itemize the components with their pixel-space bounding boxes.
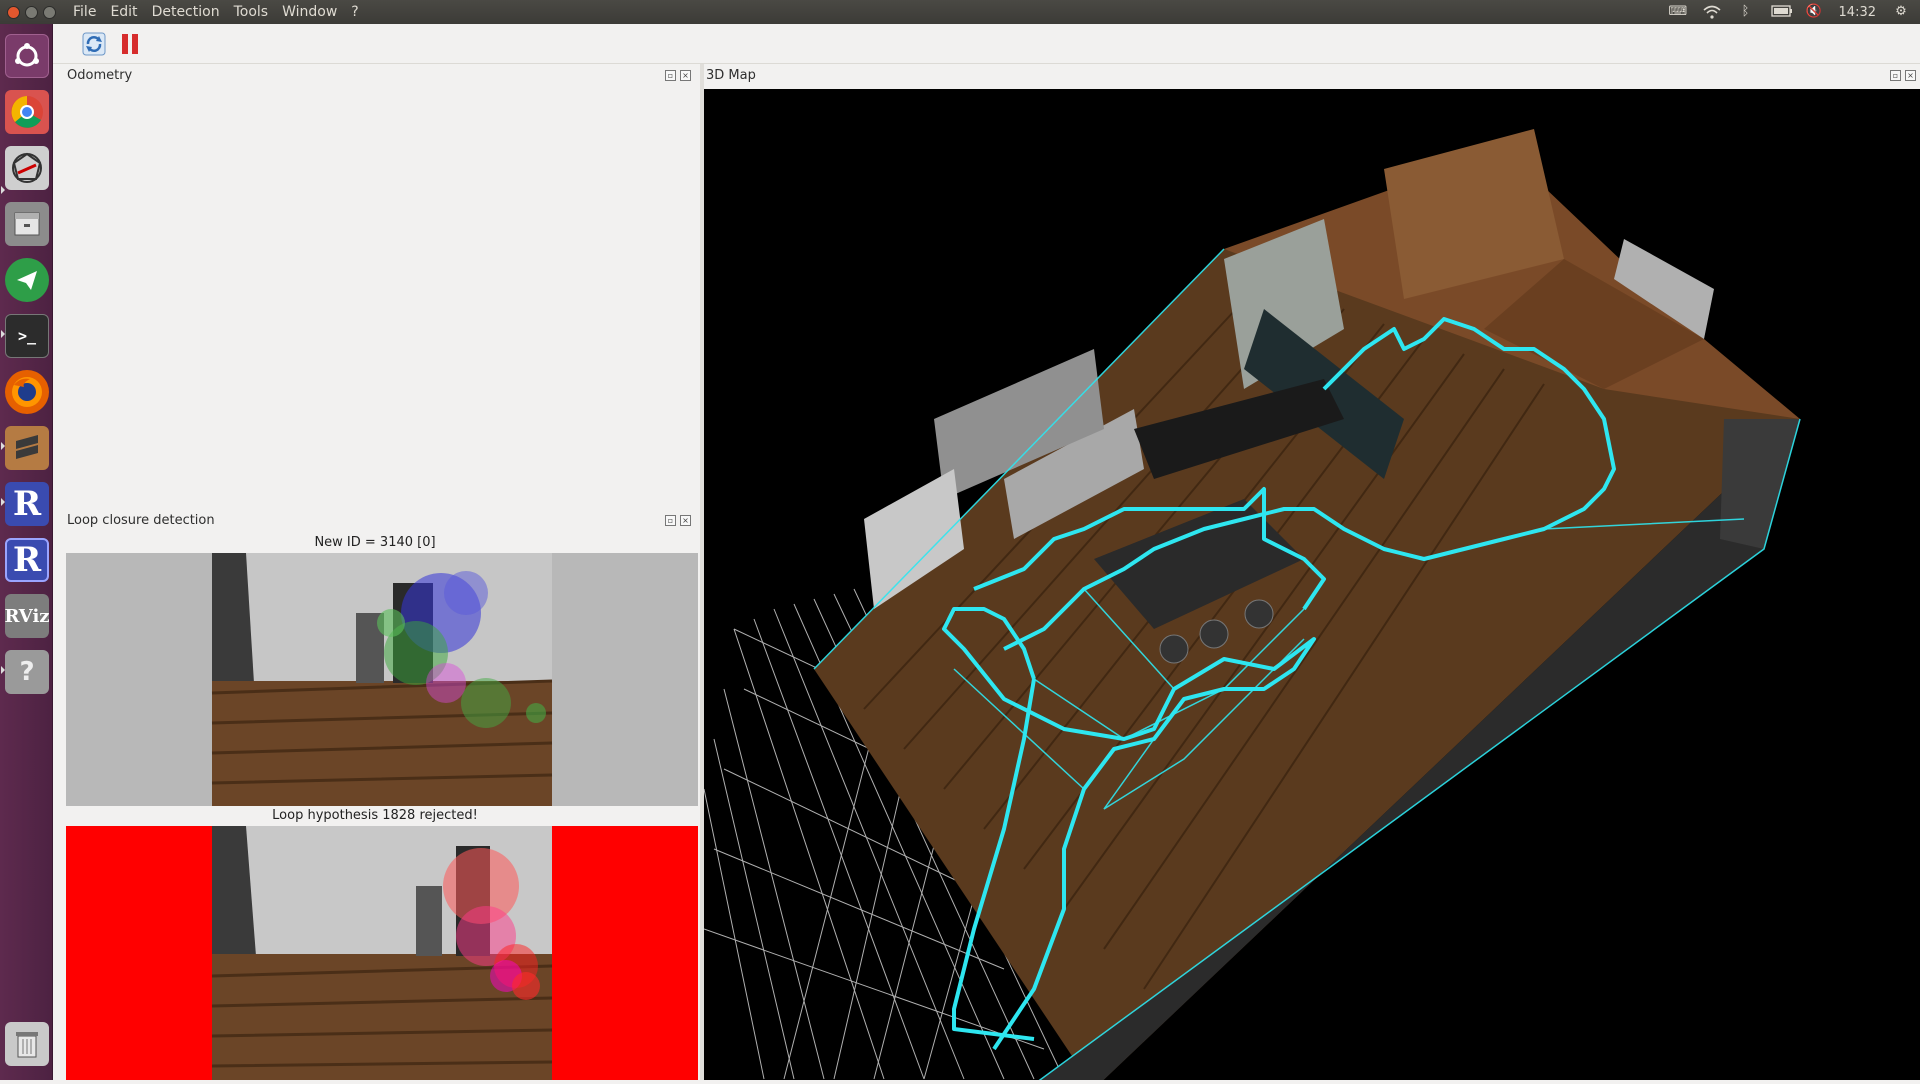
menu-tools[interactable]: Tools xyxy=(227,0,276,24)
keyboard-icon[interactable]: ⌨ xyxy=(1669,5,1688,19)
menu-edit[interactable]: Edit xyxy=(103,0,144,24)
loop-frame-image xyxy=(66,826,698,1080)
menu-detection[interactable]: Detection xyxy=(145,0,227,24)
wifi-icon[interactable] xyxy=(1703,5,1721,19)
menu-help[interactable]: ? xyxy=(344,0,365,24)
unknown-app-icon[interactable]: ? xyxy=(5,650,49,694)
loop-hypothesis-caption: Loop hypothesis 1828 rejected! xyxy=(272,808,478,823)
float-panel-button[interactable]: ▫ xyxy=(1890,70,1901,81)
rtabmap-icon[interactable]: R xyxy=(5,482,49,526)
close-panel-button[interactable]: × xyxy=(680,70,691,81)
loop-panel-title: Loop closure detection xyxy=(67,513,215,528)
chrome-icon[interactable] xyxy=(5,90,49,134)
new-id-caption: New ID = 3140 [0] xyxy=(314,535,436,550)
volume-mute-icon[interactable]: 🔇 xyxy=(1805,5,1823,19)
odometry-dock-controls: ▫ × xyxy=(665,70,691,81)
battery-icon[interactable] xyxy=(1770,5,1792,19)
clock[interactable]: 14:32 xyxy=(1839,5,1876,20)
float-panel-button[interactable]: ▫ xyxy=(665,515,676,526)
float-panel-button[interactable]: ▫ xyxy=(665,70,676,81)
menu-file[interactable]: File xyxy=(66,0,103,24)
app-menu: File Edit Detection Tools Window ? xyxy=(66,0,366,24)
terminal-icon[interactable]: >_ xyxy=(5,314,49,358)
launcher: >_ R R RViz ? xyxy=(0,24,53,1080)
close-window-button[interactable] xyxy=(7,5,20,19)
new-frame-image xyxy=(66,553,698,806)
pause-icon[interactable] xyxy=(117,31,143,57)
rviz-icon[interactable]: RViz xyxy=(4,594,50,638)
sublime-icon[interactable] xyxy=(5,426,49,470)
refresh-icon[interactable] xyxy=(81,31,107,57)
ubuntu-dash-icon[interactable] xyxy=(5,34,49,78)
menu-window[interactable]: Window xyxy=(275,0,344,24)
maximize-window-button[interactable] xyxy=(43,5,56,19)
loop-dock-controls: ▫ × xyxy=(665,515,691,526)
files-icon[interactable] xyxy=(5,202,49,246)
close-panel-button[interactable]: × xyxy=(1905,70,1916,81)
minimize-window-button[interactable] xyxy=(25,5,38,19)
trash-icon[interactable] xyxy=(5,1022,49,1066)
close-panel-button[interactable]: × xyxy=(680,515,691,526)
network-app-icon[interactable] xyxy=(5,146,49,190)
main-toolbar xyxy=(53,24,1920,64)
window-controls xyxy=(0,5,66,19)
odometry-panel-title: Odometry xyxy=(67,68,133,83)
odometry-view xyxy=(53,86,700,516)
3d-map-view[interactable] xyxy=(704,89,1920,1080)
system-tray: ⌨ ᛒ 🔇 14:32 ⚙ xyxy=(1669,0,1920,24)
map-panel-title: 3D Map xyxy=(706,68,756,83)
top-menu-bar: File Edit Detection Tools Window ? ⌨ ᛒ 🔇… xyxy=(0,0,1920,24)
rtabmap-icon-2[interactable]: R xyxy=(5,538,49,582)
firefox-icon[interactable] xyxy=(5,370,49,414)
telegram-icon[interactable] xyxy=(5,258,49,302)
settings-gear-icon[interactable]: ⚙ xyxy=(1892,5,1910,19)
map-dock-controls: ▫ × xyxy=(1890,70,1916,81)
bluetooth-icon[interactable]: ᛒ xyxy=(1737,5,1755,19)
